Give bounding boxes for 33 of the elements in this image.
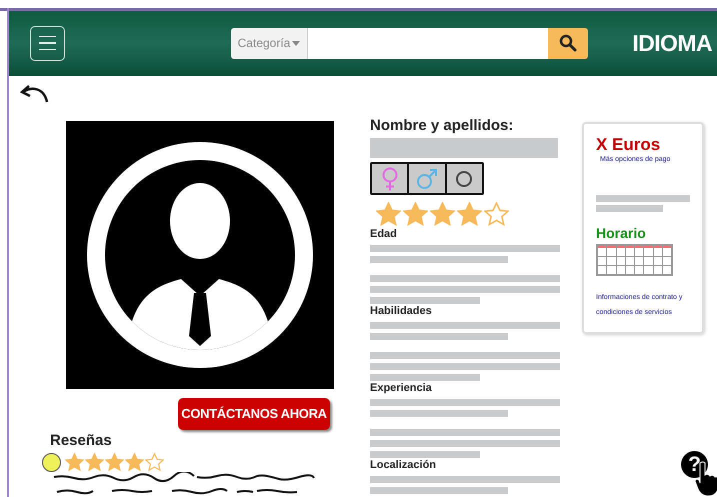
reviews-title: Reseñas [50, 431, 113, 451]
calendar-grid-icon [596, 244, 673, 276]
star-icon [457, 202, 482, 227]
caret-icon [292, 40, 300, 46]
site-title: IDIOMA [632, 28, 712, 58]
section-label: Experiencia [370, 382, 433, 395]
schedule-title: Horario [596, 224, 647, 242]
search-field[interactable] [308, 28, 548, 58]
contact-button[interactable]: CONTÁCTANOS AHORA [178, 398, 330, 430]
menu-button[interactable] [30, 26, 65, 60]
search-icon [559, 34, 577, 52]
section-label: Edad [370, 228, 398, 241]
circle-symbol-icon [455, 170, 474, 188]
star-icon [65, 452, 84, 472]
search-button[interactable] [548, 28, 588, 58]
star-icon [484, 202, 509, 227]
star-icon [85, 452, 104, 472]
star-icon [403, 202, 428, 227]
name-label: Nombre y apellidos: [370, 116, 514, 136]
star-icon [145, 452, 164, 472]
avatar-placeholder-icon [66, 121, 334, 389]
star-icon [105, 452, 124, 472]
female-symbol-icon [380, 166, 399, 190]
gender-selector[interactable] [370, 162, 484, 195]
star-icon [430, 202, 455, 227]
star-icon [125, 452, 144, 472]
section-label: Localización [370, 459, 438, 472]
placeholder-bar [596, 204, 663, 212]
star-icon [376, 202, 401, 227]
male-symbol-icon [416, 168, 438, 190]
section-label: Habilidades [370, 305, 433, 318]
reviewer-avatar-icon [42, 452, 61, 472]
price-text: X Euros [596, 135, 662, 155]
